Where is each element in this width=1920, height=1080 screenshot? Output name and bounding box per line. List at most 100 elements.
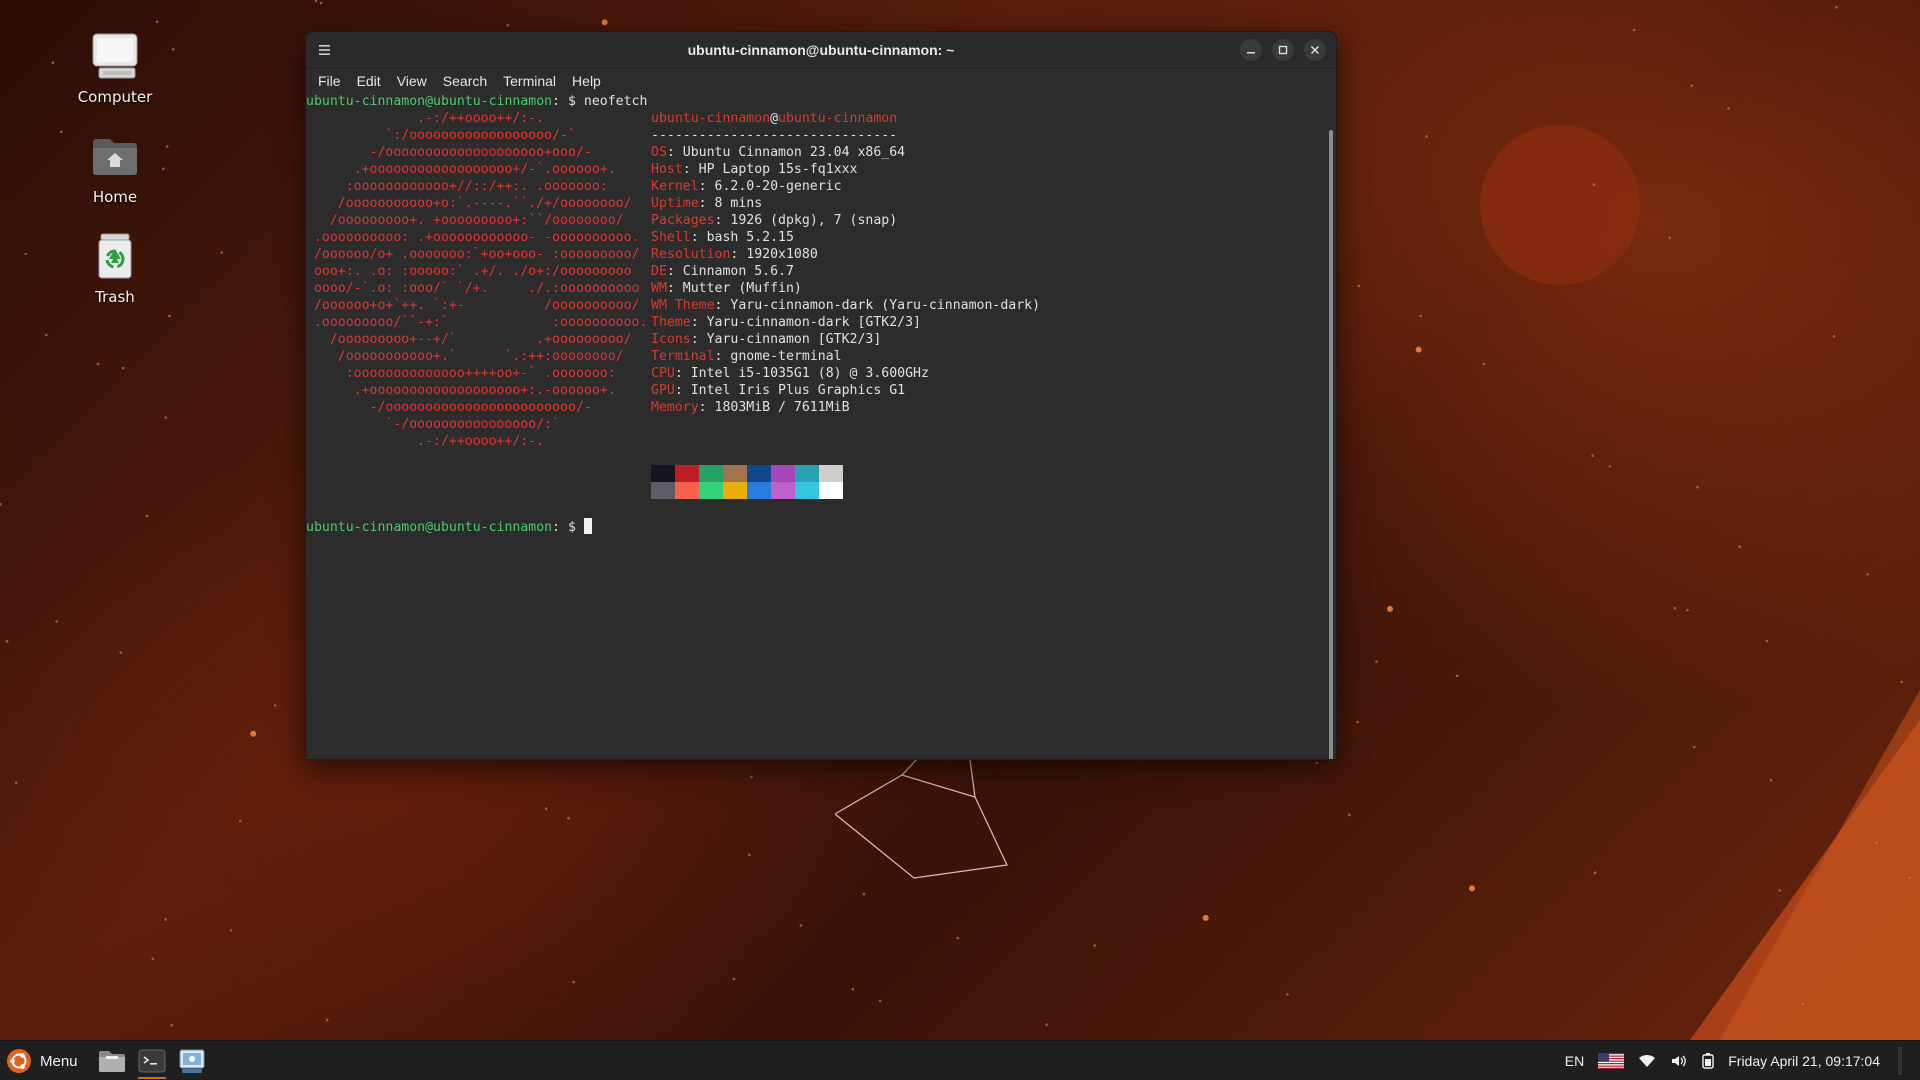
info-value: 1803MiB / 7611MiB <box>714 400 850 415</box>
star <box>1765 639 1769 643</box>
star <box>1696 485 1699 489</box>
menu-search[interactable]: Search <box>435 73 495 89</box>
maximize-button[interactable] <box>1272 39 1294 61</box>
ascii-line: /oooooo+o+`++. `:+- /oooooooooo/ <box>306 298 640 313</box>
system-tray: EN Friday April 21, 09:17:04 <box>1565 1041 1920 1080</box>
info-value: 8 mins <box>714 196 763 211</box>
ascii-line: `-/oooooooooooooooo/:` <box>306 417 561 432</box>
desktop-icon-label: Trash <box>95 288 135 306</box>
star <box>325 1018 329 1022</box>
star <box>1593 871 1597 874</box>
color-swatch <box>771 465 795 482</box>
info-separator-colon: : <box>730 247 747 262</box>
info-value: HP Laptop 15s-fq1xxx <box>698 162 858 177</box>
menu-edit[interactable]: Edit <box>349 73 389 89</box>
star <box>14 781 18 785</box>
terminal-window[interactable]: ubuntu-cinnamon@ubuntu-cinnamon: ~ File … <box>305 31 1337 760</box>
volume-icon[interactable] <box>1670 1053 1688 1069</box>
ascii-line: .-:/++oooo++/:-. <box>306 434 545 449</box>
info-row: CPU: Intel i5-1035G1 (8) @ 3.600GHz <box>651 365 929 382</box>
color-swatch <box>795 465 819 482</box>
taskbar-terminal[interactable] <box>134 1043 170 1079</box>
menu-file[interactable]: File <box>310 73 349 89</box>
star <box>1690 84 1693 88</box>
star <box>121 366 125 370</box>
menu-view[interactable]: View <box>389 73 435 89</box>
star <box>1832 335 1836 338</box>
star <box>238 819 242 823</box>
current-prompt-line: ubuntu-cinnamon@ubuntu-cinnamon: $ <box>306 518 592 536</box>
star <box>24 252 28 256</box>
info-key: Theme <box>651 315 691 330</box>
info-row: OS: Ubuntu Cinnamon 23.04 x86_64 <box>651 144 905 161</box>
desktop-icon-home[interactable]: Home <box>55 128 175 206</box>
star <box>748 853 751 857</box>
window-title: ubuntu-cinnamon@ubuntu-cinnamon: ~ <box>687 42 955 58</box>
color-swatch <box>819 465 843 482</box>
taskbar-file-manager[interactable] <box>94 1043 130 1079</box>
info-key: Icons <box>651 332 691 347</box>
star <box>45 333 48 337</box>
star <box>1686 608 1689 612</box>
ascii-line: .+ooooooooooooooooooo+:.-oooooo+. <box>306 383 616 398</box>
terminal-output[interactable]: ubuntu-cinnamon@ubuntu-cinnamon: $ neofe… <box>306 93 1322 759</box>
info-separator-colon: : <box>674 383 691 398</box>
star <box>1591 454 1594 458</box>
color-palette <box>651 465 843 499</box>
desktop-icon-computer[interactable]: Computer <box>55 28 175 106</box>
home-folder-icon <box>87 128 143 184</box>
star <box>220 251 223 254</box>
info-row: DE: Cinnamon 5.6.7 <box>651 263 794 280</box>
info-value: Yaru-cinnamon-dark [GTK2/3] <box>706 315 921 330</box>
wifi-icon[interactable] <box>1638 1053 1656 1069</box>
ascii-line: /oooooo/o+ .ooooooo:`+oo+ooo- :ooooooooo… <box>306 247 640 262</box>
star <box>732 977 736 981</box>
menu-terminal[interactable]: Terminal <box>495 73 564 89</box>
star <box>572 980 575 984</box>
desktop-icon-label: Computer <box>77 88 153 106</box>
star <box>750 775 753 779</box>
star <box>1045 1023 1048 1026</box>
info-key: WM Theme <box>651 298 715 313</box>
color-swatch <box>675 482 699 499</box>
us-flag-icon[interactable] <box>1598 1053 1625 1069</box>
info-header-at: @ <box>770 111 779 126</box>
star <box>250 730 257 737</box>
computer-icon <box>87 28 143 84</box>
info-value: Cinnamon 5.6.7 <box>682 264 794 279</box>
star <box>1387 605 1393 612</box>
star <box>229 929 233 932</box>
info-separator-colon: : <box>666 264 683 279</box>
show-desktop-button[interactable] <box>1898 1047 1902 1075</box>
minimize-button[interactable] <box>1240 39 1262 61</box>
star <box>1900 680 1903 684</box>
star <box>851 987 855 991</box>
start-menu-button[interactable]: Menu <box>0 1048 90 1074</box>
battery-icon[interactable] <box>1702 1053 1714 1069</box>
ascii-line: .ooooooooo/``-+:` :oooooooooo. <box>306 315 648 330</box>
star <box>862 892 866 896</box>
taskbar-system-settings[interactable] <box>174 1043 210 1079</box>
menu-help[interactable]: Help <box>564 73 609 89</box>
star <box>878 999 882 1003</box>
keyboard-layout-indicator[interactable]: EN <box>1565 1053 1584 1069</box>
star <box>168 314 171 318</box>
close-button[interactable] <box>1304 39 1326 61</box>
color-swatch <box>699 482 723 499</box>
desktop-icon-trash[interactable]: Trash <box>55 228 175 306</box>
star <box>1769 779 1773 782</box>
system-settings-icon <box>179 1049 205 1073</box>
info-separator-colon: : <box>666 145 683 160</box>
clock[interactable]: Friday April 21, 09:17:04 <box>1728 1053 1880 1069</box>
info-key: GPU <box>651 383 675 398</box>
terminal-scrollbar[interactable] <box>1329 130 1333 759</box>
star <box>55 620 58 623</box>
star <box>1801 1002 1805 1006</box>
window-titlebar[interactable]: ubuntu-cinnamon@ubuntu-cinnamon: ~ <box>306 32 1336 69</box>
info-header-user: ubuntu-cinnamon <box>651 111 771 126</box>
info-row: Uptime: 8 mins <box>651 195 762 212</box>
info-value: Intel Iris Plus Graphics G1 <box>690 383 906 398</box>
close-icon <box>1310 45 1320 55</box>
color-swatch <box>699 465 723 482</box>
star <box>1357 284 1361 288</box>
